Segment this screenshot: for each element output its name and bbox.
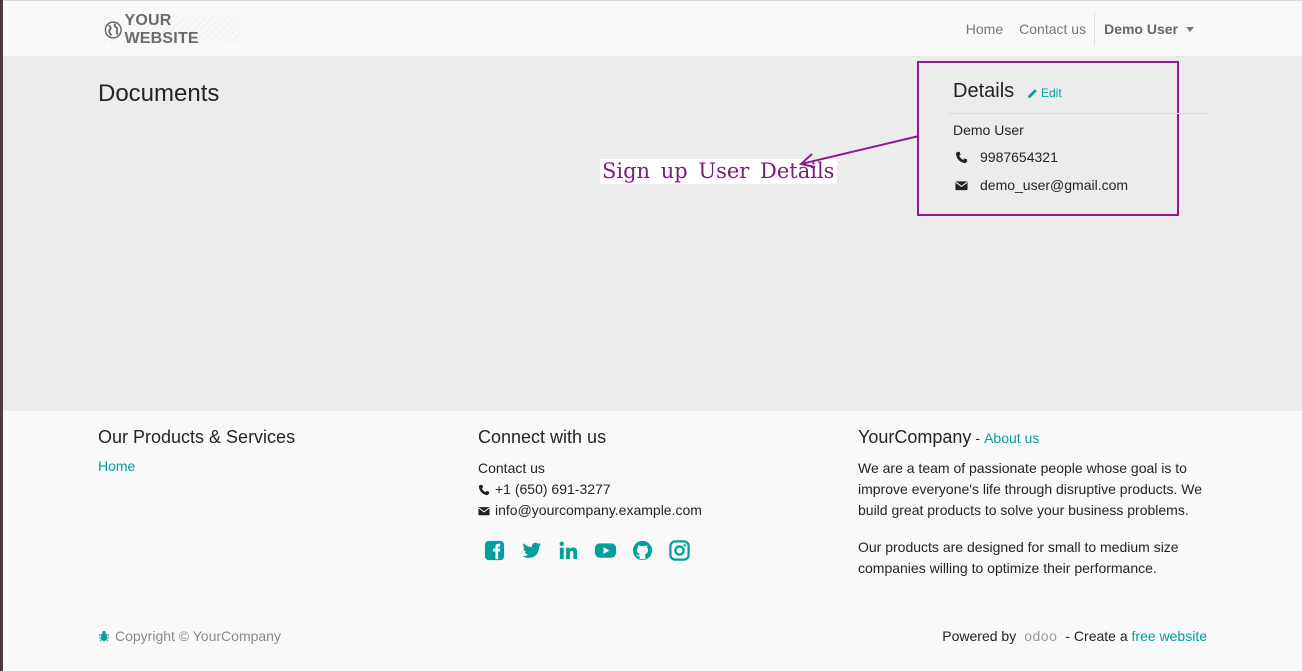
footer: Our Products & Services Home Connect wit… [3,411,1302,671]
footer-phone-row: +1 (650) 691-3277 [478,479,702,500]
user-menu[interactable]: Demo User [1094,12,1202,46]
edit-label: Edit [1041,86,1062,100]
footer-products-column: Our Products & Services Home [98,427,295,474]
phone-icon [478,484,490,495]
footer-home-link[interactable]: Home [98,458,295,474]
nav-link-home[interactable]: Home [958,21,1011,37]
top-navbar: YOUR WEBSITE Home Contact us Demo User [3,0,1302,56]
twitter-icon[interactable] [520,539,543,562]
annotation-arrow-icon [798,135,920,168]
create-text: - Create a [1065,628,1128,644]
footer-connect-column: Connect with us Contact us +1 (650) 691-… [478,427,702,562]
user-phone: 9987654321 [980,149,1058,165]
main-content: Documents Sign up User Details Details E… [3,56,1302,411]
free-website-link[interactable]: free website [1132,628,1207,644]
user-email: demo_user@gmail.com [980,177,1129,193]
user-menu-label: Demo User [1104,21,1178,37]
user-name: Demo User [953,122,1024,138]
company-name: YourCompany [858,427,972,447]
divider [949,113,1208,114]
copyright: Copyright © YourCompany [98,628,281,644]
footer-products-title: Our Products & Services [98,427,296,447]
envelope-icon [478,506,490,515]
footer-about-title: YourCompany - About us [858,427,1208,448]
nav-link-contact[interactable]: Contact us [1011,21,1094,37]
youtube-icon[interactable] [594,539,617,562]
details-title: Details [953,80,1015,102]
facebook-icon[interactable] [483,539,506,562]
footer-contact-link[interactable]: Contact us [478,458,702,479]
about-paragraph-2: Our products are designed for small to m… [858,539,1179,576]
user-email-row: demo_user@gmail.com [955,177,1128,193]
bug-icon [99,630,109,642]
nav-links: Home Contact us Demo User [958,1,1202,57]
powered-by: Powered by odoo - Create a free website [942,628,1207,644]
footer-phone: +1 (650) 691-3277 [495,481,611,497]
footer-email-row: info@yourcompany.example.com [478,500,702,521]
envelope-icon [955,180,968,190]
details-panel: Details Edit Demo User 9987654321 demo_u… [917,61,1208,216]
powered-by-text: Powered by [942,628,1017,644]
linkedin-icon[interactable] [557,539,580,562]
odoo-logo[interactable]: odoo [1024,628,1057,644]
footer-connect-title: Connect with us [478,427,607,447]
copyright-text: Copyright © YourCompany [115,628,281,644]
github-icon[interactable] [631,539,654,562]
title-separator: - [975,430,981,446]
page-title: Documents [98,80,220,107]
footer-about-column: YourCompany - About us We are a team of … [858,427,1208,595]
brand-name: YOUR WEBSITE [124,12,199,47]
about-paragraph-1: We are a team of passionate people whose… [858,460,1203,518]
phone-icon [955,151,968,163]
edit-details-link[interactable]: Edit [1027,86,1062,100]
social-links [483,539,702,562]
pencil-icon [1027,88,1037,98]
instagram-icon[interactable] [668,539,691,562]
user-phone-row: 9987654321 [955,149,1058,165]
footer-email[interactable]: info@yourcompany.example.com [495,500,702,521]
globe-icon [104,21,122,39]
caret-down-icon [1186,26,1194,32]
brand-logo[interactable]: YOUR WEBSITE [101,12,241,47]
about-us-link[interactable]: About us [984,430,1039,446]
